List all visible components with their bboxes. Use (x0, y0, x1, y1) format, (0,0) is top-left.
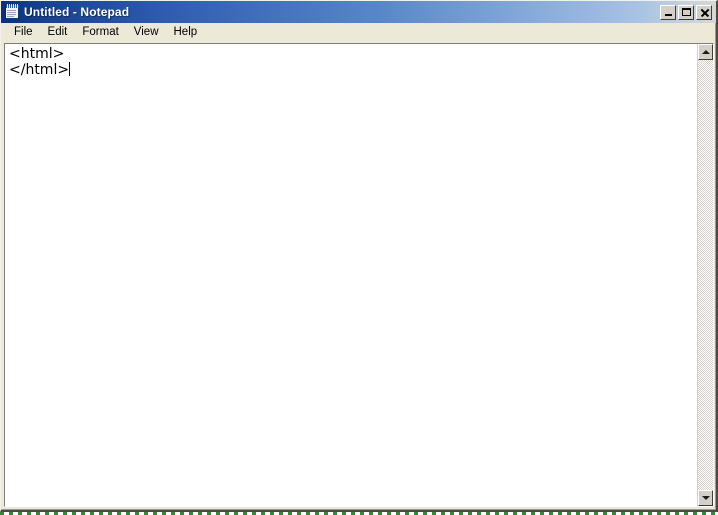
vertical-scrollbar[interactable] (697, 44, 713, 506)
text-line: </html> (9, 62, 697, 78)
menu-item-view[interactable]: View (127, 24, 167, 42)
window-controls (660, 4, 712, 20)
text-editor-frame: <html> </html> (4, 43, 714, 507)
notepad-window: Untitled - Notepad File Edit Format View… (0, 0, 718, 512)
text-editor[interactable]: <html> </html> (5, 44, 697, 506)
menu-item-help[interactable]: Help (167, 24, 206, 42)
minimize-button[interactable] (660, 4, 676, 20)
desktop-backdrop: Untitled - Notepad File Edit Format View… (0, 0, 718, 515)
menu-item-file[interactable]: File (7, 24, 41, 42)
maximize-button[interactable] (678, 4, 694, 20)
chevron-down-icon (701, 496, 710, 500)
maximize-icon (681, 8, 691, 16)
notepad-icon (4, 4, 20, 20)
scrollbar-track[interactable] (698, 60, 713, 490)
close-button[interactable] (696, 4, 712, 20)
menu-item-edit[interactable]: Edit (41, 24, 76, 42)
scroll-down-button[interactable] (698, 490, 713, 506)
menubar: File Edit Format View Help (1, 23, 716, 42)
close-icon (700, 8, 709, 17)
text-line: <html> (9, 46, 65, 62)
text-caret (69, 62, 71, 76)
scroll-up-button[interactable] (698, 44, 713, 60)
menu-item-format[interactable]: Format (75, 24, 126, 42)
minimize-icon (664, 14, 672, 16)
chevron-up-icon (701, 50, 710, 54)
titlebar[interactable]: Untitled - Notepad (1, 1, 716, 23)
window-title: Untitled - Notepad (24, 5, 130, 19)
client-area: <html> </html> (1, 42, 716, 510)
text-line-content: </html> (9, 62, 70, 78)
